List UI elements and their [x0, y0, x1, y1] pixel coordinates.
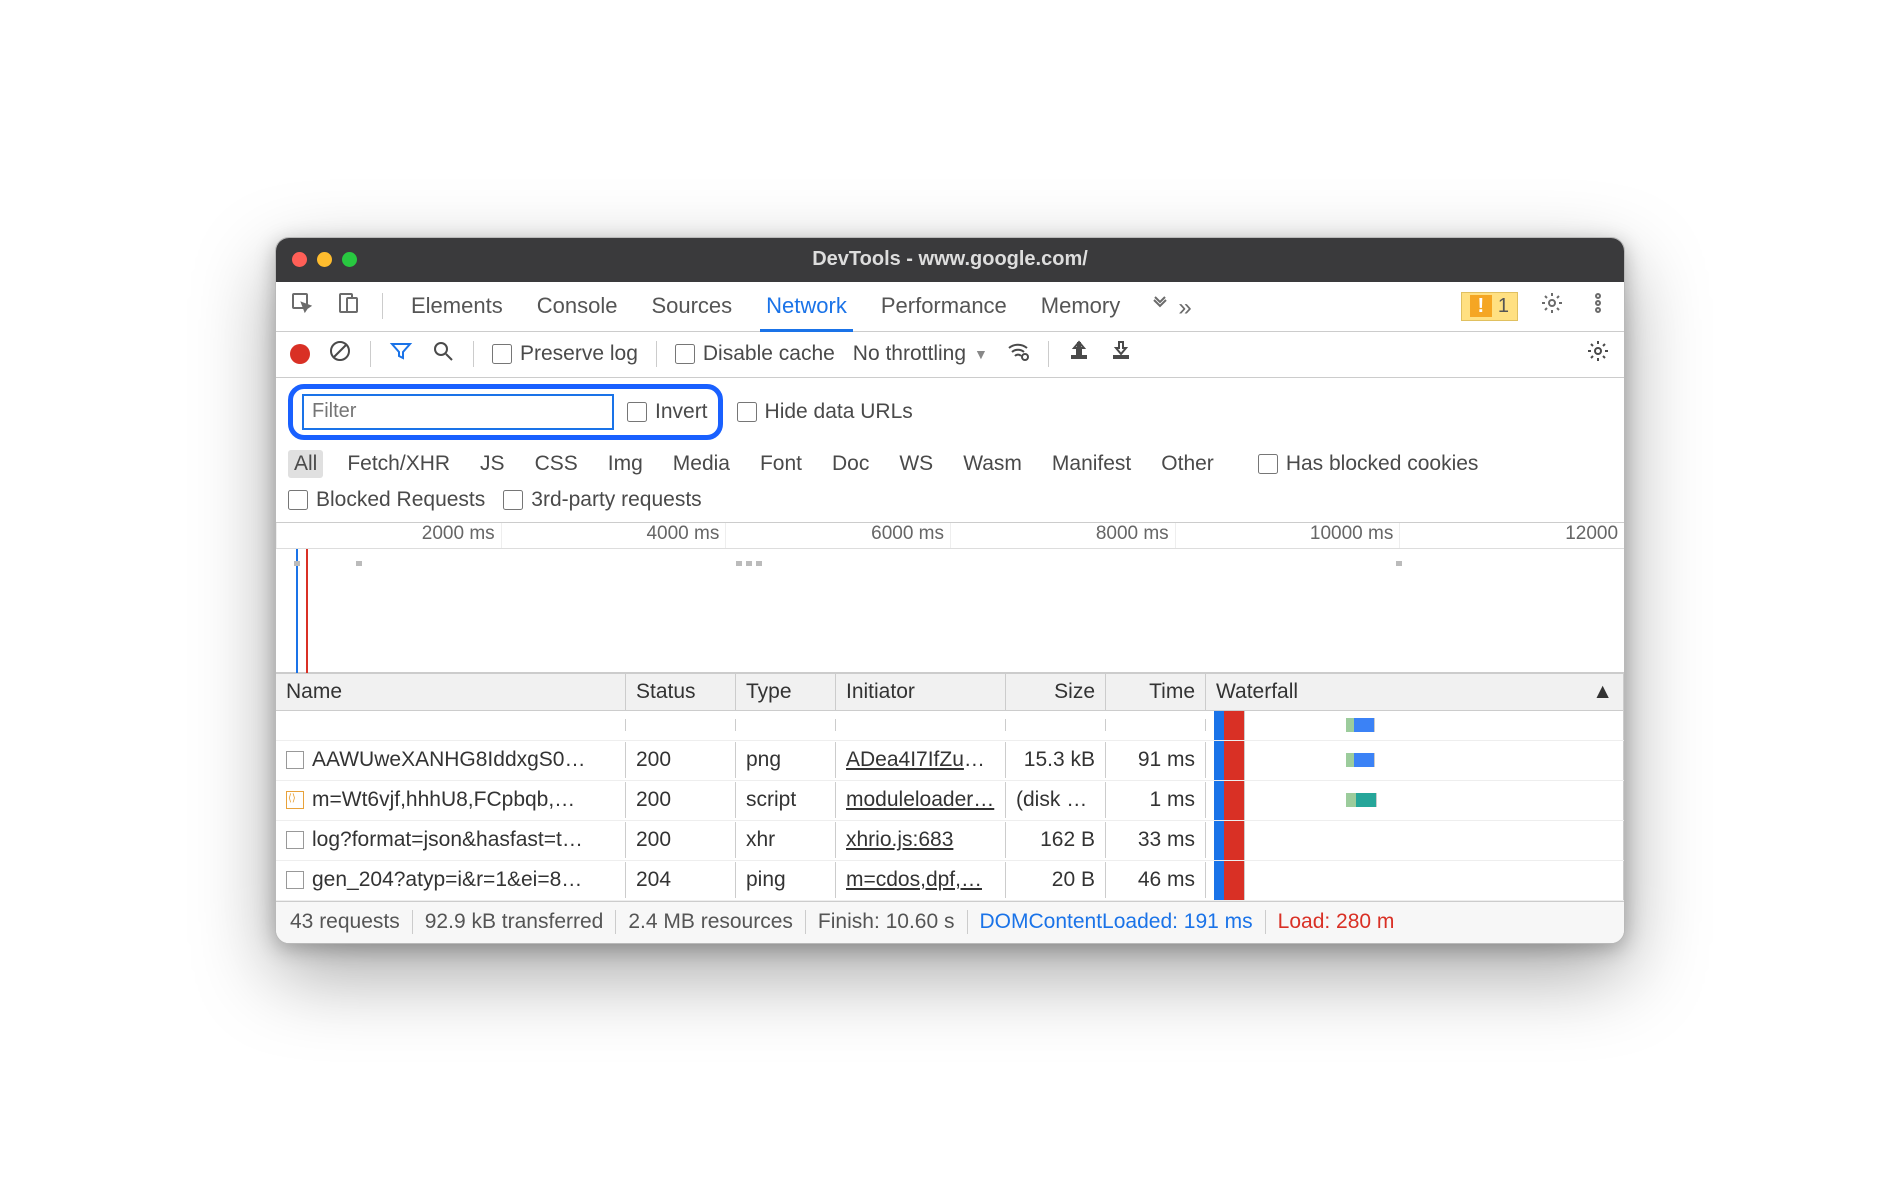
- tab-network[interactable]: Network: [760, 293, 853, 332]
- import-har-icon[interactable]: [1067, 339, 1091, 369]
- status-resources: 2.4 MB resources: [628, 910, 793, 934]
- network-toolbar: Preserve log Disable cache No throttling…: [276, 332, 1624, 378]
- window-controls: [292, 252, 357, 267]
- table-row[interactable]: gen_204?atyp=i&r=1&ei=8… 204 ping m=cdos…: [276, 861, 1624, 901]
- has-blocked-cookies-checkbox[interactable]: Has blocked cookies: [1258, 452, 1479, 476]
- window-title: DevTools - www.google.com/: [812, 248, 1088, 271]
- col-waterfall[interactable]: Waterfall ▲: [1206, 674, 1624, 710]
- generic-file-icon: [286, 871, 304, 889]
- col-time[interactable]: Time: [1106, 674, 1206, 710]
- hide-data-urls-checkbox[interactable]: Hide data URLs: [737, 400, 913, 424]
- request-rows: AAWUweXANHG8IddxgS0… 200 png ADea4I7IfZu…: [276, 741, 1624, 901]
- throttling-dropdown[interactable]: No throttling ▼: [853, 342, 988, 366]
- timeline-overview[interactable]: 2000 ms 4000 ms 6000 ms 8000 ms 10000 ms…: [276, 523, 1624, 673]
- export-har-icon[interactable]: [1109, 339, 1133, 369]
- filter-highlight: Invert: [288, 384, 723, 440]
- request-table-header: Name Status Type Initiator Size Time Wat…: [276, 673, 1624, 711]
- col-size[interactable]: Size: [1006, 674, 1106, 710]
- more-tabs-icon[interactable]: »: [1148, 291, 1191, 322]
- record-button[interactable]: [290, 344, 310, 364]
- network-settings-gear-icon[interactable]: [1586, 339, 1610, 369]
- kebab-menu-icon[interactable]: [1586, 291, 1610, 321]
- type-font[interactable]: Font: [754, 450, 808, 478]
- table-row[interactable]: log?format=json&hasfast=t… 200 xhr xhrio…: [276, 821, 1624, 861]
- issues-badge[interactable]: ! 1: [1461, 292, 1518, 321]
- main-tabs: Elements Console Sources Network Perform…: [276, 282, 1624, 332]
- disable-cache-checkbox[interactable]: Disable cache: [675, 342, 835, 366]
- devtools-window: DevTools - www.google.com/ Elements Cons…: [275, 237, 1625, 944]
- type-ws[interactable]: WS: [893, 450, 939, 478]
- table-row[interactable]: AAWUweXANHG8IddxgS0… 200 png ADea4I7IfZu…: [276, 741, 1624, 781]
- status-transferred: 92.9 kB transferred: [425, 910, 604, 934]
- image-file-icon: [286, 751, 304, 769]
- preserve-log-checkbox[interactable]: Preserve log: [492, 342, 638, 366]
- tab-sources[interactable]: Sources: [645, 293, 738, 319]
- third-party-checkbox[interactable]: 3rd-party requests: [503, 488, 701, 512]
- warning-icon: !: [1470, 295, 1492, 317]
- tab-performance[interactable]: Performance: [875, 293, 1013, 319]
- dcl-marker: [296, 549, 298, 673]
- type-manifest[interactable]: Manifest: [1046, 450, 1137, 478]
- status-requests: 43 requests: [290, 910, 400, 934]
- status-finish: Finish: 10.60 s: [818, 910, 955, 934]
- type-css[interactable]: CSS: [529, 450, 584, 478]
- script-file-icon: [286, 791, 304, 809]
- settings-gear-icon[interactable]: [1540, 291, 1564, 321]
- search-icon[interactable]: [431, 339, 455, 369]
- extra-filters: Blocked Requests 3rd-party requests: [276, 486, 1624, 523]
- sort-indicator-icon: ▲: [1592, 680, 1613, 704]
- timeline-ruler: 2000 ms 4000 ms 6000 ms 8000 ms 10000 ms…: [276, 523, 1624, 549]
- filter-bar: Invert Hide data URLs: [276, 378, 1624, 446]
- type-other[interactable]: Other: [1155, 450, 1220, 478]
- minimize-window-button[interactable]: [317, 252, 332, 267]
- titlebar: DevTools - www.google.com/: [276, 238, 1624, 282]
- col-name[interactable]: Name: [276, 674, 626, 710]
- clear-icon[interactable]: [328, 339, 352, 369]
- type-all[interactable]: All: [288, 450, 323, 478]
- device-toggle-icon[interactable]: [336, 291, 360, 321]
- tab-elements[interactable]: Elements: [405, 293, 509, 319]
- network-conditions-icon[interactable]: [1006, 339, 1030, 369]
- tab-memory[interactable]: Memory: [1035, 293, 1126, 319]
- filter-funnel-icon[interactable]: [389, 339, 413, 369]
- status-load: Load: 280 m: [1278, 910, 1395, 934]
- col-type[interactable]: Type: [736, 674, 836, 710]
- type-img[interactable]: Img: [602, 450, 649, 478]
- filter-input[interactable]: [303, 395, 613, 429]
- resource-type-filters: All Fetch/XHR JS CSS Img Media Font Doc …: [276, 446, 1624, 486]
- load-marker: [306, 549, 308, 673]
- inspect-icon[interactable]: [290, 291, 314, 321]
- status-dcl: DOMContentLoaded: 191 ms: [980, 910, 1253, 934]
- table-row[interactable]: m=Wt6vjf,hhhU8,FCpbqb,… 200 script modul…: [276, 781, 1624, 821]
- blocked-requests-checkbox[interactable]: Blocked Requests: [288, 488, 485, 512]
- type-media[interactable]: Media: [667, 450, 736, 478]
- type-fetch-xhr[interactable]: Fetch/XHR: [341, 450, 456, 478]
- type-wasm[interactable]: Wasm: [957, 450, 1028, 478]
- invert-checkbox[interactable]: Invert: [627, 400, 708, 424]
- type-doc[interactable]: Doc: [826, 450, 875, 478]
- table-row: [276, 711, 1624, 741]
- type-js[interactable]: JS: [474, 450, 511, 478]
- maximize-window-button[interactable]: [342, 252, 357, 267]
- close-window-button[interactable]: [292, 252, 307, 267]
- tab-console[interactable]: Console: [531, 293, 624, 319]
- status-bar: 43 requests 92.9 kB transferred 2.4 MB r…: [276, 901, 1624, 943]
- col-status[interactable]: Status: [626, 674, 736, 710]
- generic-file-icon: [286, 831, 304, 849]
- col-initiator[interactable]: Initiator: [836, 674, 1006, 710]
